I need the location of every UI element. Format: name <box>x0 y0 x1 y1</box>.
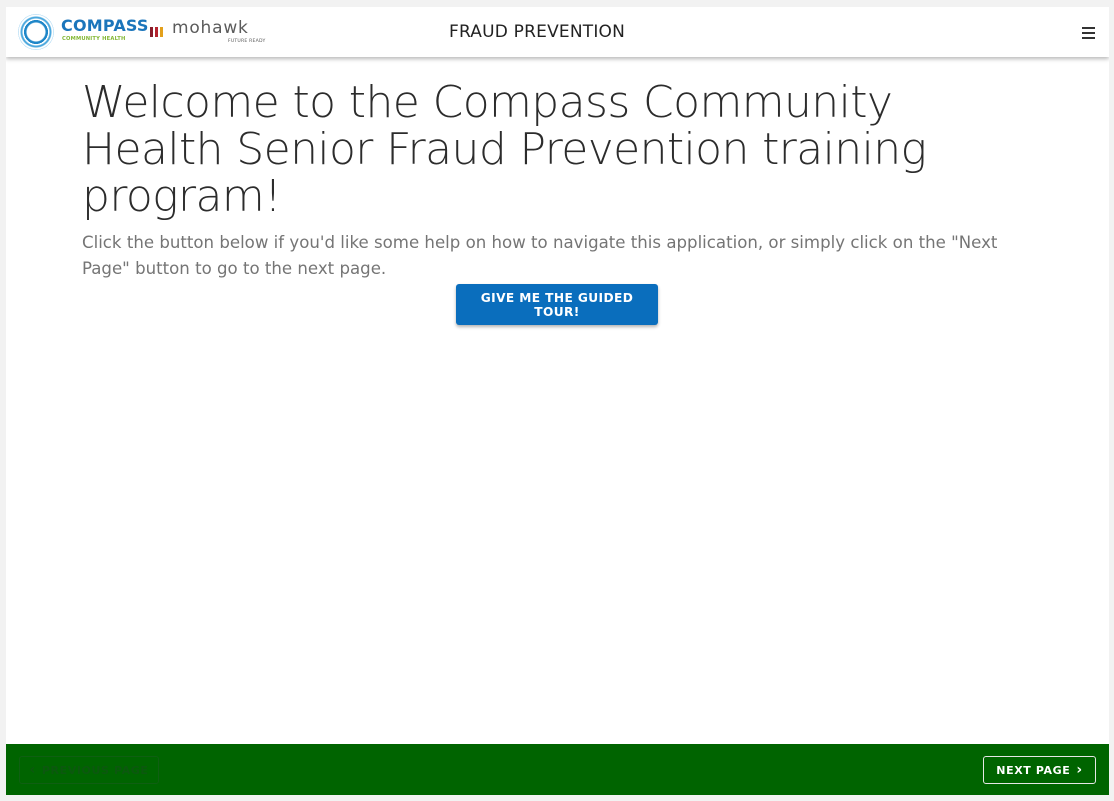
mohawk-logo: mohawk FUTURE READY <box>150 18 274 48</box>
next-page-label: NEXT PAGE <box>996 763 1071 777</box>
app-frame: COMPASS COMMUNITY HEALTH mohawk FUTURE R… <box>6 7 1109 795</box>
top-bar: COMPASS COMMUNITY HEALTH mohawk FUTURE R… <box>6 7 1109 57</box>
compass-logo-name: COMPASS <box>61 16 149 35</box>
menu-button[interactable] <box>1075 20 1101 46</box>
main-content: Welcome to the Compass Community Health … <box>82 79 1042 282</box>
next-page-button[interactable]: NEXT PAGE › <box>983 756 1096 784</box>
page-title: FRAUD PREVENTION <box>449 22 626 42</box>
mohawk-logo-tagline: FUTURE READY <box>228 39 266 44</box>
compass-logo: COMPASS COMMUNITY HEALTH <box>18 13 149 51</box>
previous-page-label: PREVIOUS PAGE <box>41 763 149 777</box>
previous-page-button[interactable]: ‹ PREVIOUS PAGE <box>19 756 159 784</box>
mohawk-bars-icon <box>150 24 170 37</box>
compass-logo-tagline: COMMUNITY HEALTH <box>62 36 126 42</box>
welcome-heading: Welcome to the Compass Community Health … <box>82 77 927 222</box>
compass-ring-icon <box>18 14 54 50</box>
chevron-right-icon: › <box>1076 762 1083 778</box>
chevron-left-icon: ‹ <box>29 762 36 778</box>
intro-text: Click the button below if you'd like som… <box>82 233 998 278</box>
guided-tour-button[interactable]: GIVE ME THE GUIDED TOUR! <box>456 284 658 325</box>
mohawk-logo-name: mohawk <box>172 18 249 38</box>
footer-nav: ‹ PREVIOUS PAGE NEXT PAGE › <box>6 744 1109 795</box>
